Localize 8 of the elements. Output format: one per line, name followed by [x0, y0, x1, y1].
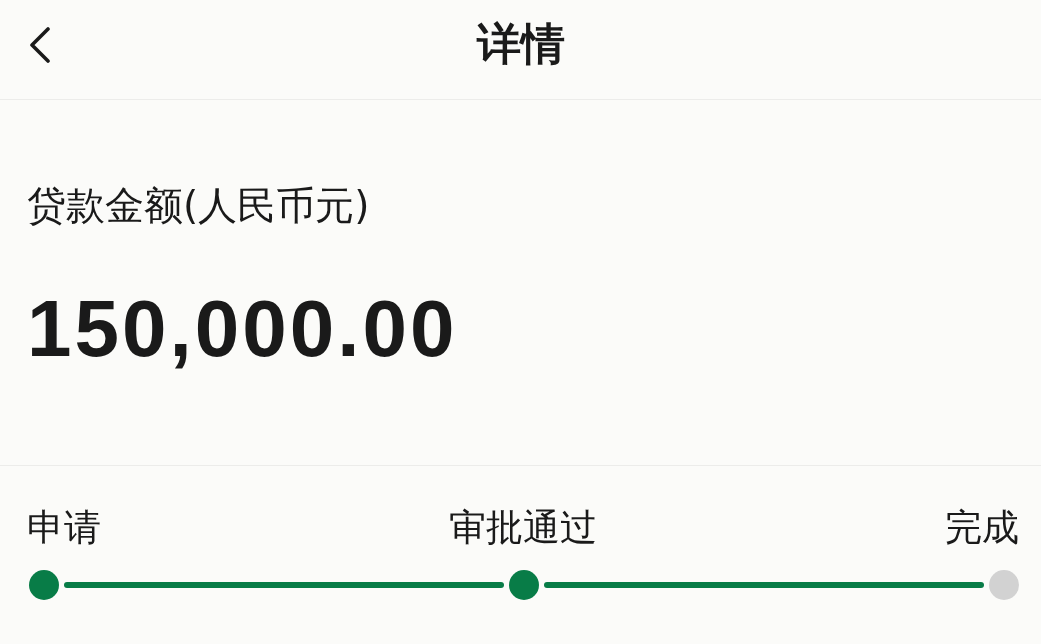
amount-label: 贷款金额(人民币元) [27, 183, 371, 230]
page-title: 详情 [476, 18, 565, 71]
back-button[interactable] [28, 26, 52, 63]
back-icon [28, 26, 52, 63]
amount-value: 150,000.00 [27, 288, 459, 369]
step-label: 完成 [945, 505, 1019, 551]
step-label: 审批通过 [449, 505, 597, 551]
step-label: 申请 [27, 505, 101, 551]
